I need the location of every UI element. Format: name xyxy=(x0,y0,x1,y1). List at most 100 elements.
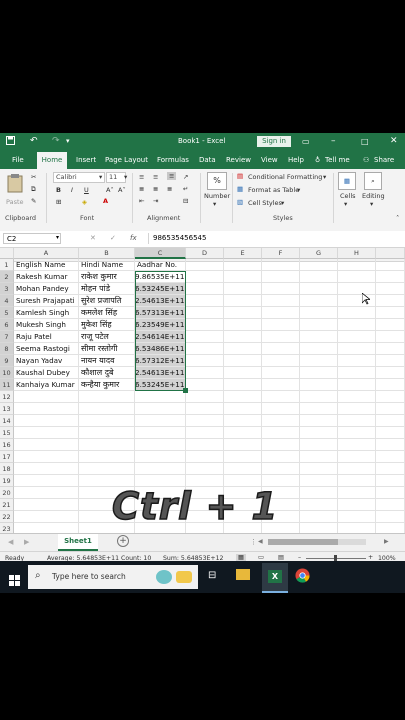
cell[interactable] xyxy=(135,439,186,451)
cell[interactable] xyxy=(338,451,376,463)
row-header[interactable]: 4 xyxy=(0,295,14,307)
row-header[interactable]: 7 xyxy=(0,331,14,343)
zoom-out-icon[interactable]: – xyxy=(298,554,301,561)
undo-icon[interactable]: ↶ xyxy=(30,136,38,147)
cell[interactable] xyxy=(224,259,262,271)
row-header[interactable]: 16 xyxy=(0,439,14,451)
cell[interactable] xyxy=(79,463,135,475)
cell[interactable] xyxy=(338,367,376,379)
search-icon[interactable]: ⌕ xyxy=(364,172,382,190)
select-all-corner[interactable] xyxy=(0,248,14,259)
cell[interactable] xyxy=(300,451,338,463)
cell[interactable] xyxy=(376,415,405,427)
row-header[interactable]: 22 xyxy=(0,511,14,523)
copy-icon[interactable]: ⧉ xyxy=(31,185,36,194)
cell[interactable] xyxy=(14,463,79,475)
aadhar-cell[interactable]: 2.54613E+11 xyxy=(135,295,186,307)
hindi-name-cell[interactable]: नायन यादव xyxy=(79,355,135,367)
cell[interactable] xyxy=(338,379,376,391)
row-header[interactable]: 13 xyxy=(0,403,14,415)
cell[interactable] xyxy=(79,403,135,415)
cell[interactable] xyxy=(14,403,79,415)
column-header-a[interactable]: A xyxy=(14,248,79,259)
cell[interactable] xyxy=(135,451,186,463)
column-header-d[interactable]: D xyxy=(186,248,224,259)
cell[interactable] xyxy=(376,463,405,475)
conditional-formatting-icon[interactable]: ▤ xyxy=(237,172,243,180)
function-icon[interactable]: fx xyxy=(130,234,137,242)
row-header[interactable]: 12 xyxy=(0,391,14,403)
cell[interactable] xyxy=(186,463,224,475)
cell[interactable] xyxy=(135,415,186,427)
cell[interactable] xyxy=(300,367,338,379)
row-header[interactable]: 19 xyxy=(0,475,14,487)
header-cell[interactable]: Aadhar No. xyxy=(135,259,186,271)
row-header[interactable]: 17 xyxy=(0,451,14,463)
row-header[interactable]: 2 xyxy=(0,271,14,283)
increase-indent-icon[interactable]: ⇥ xyxy=(153,197,158,205)
cell[interactable] xyxy=(300,511,338,523)
cell[interactable] xyxy=(300,439,338,451)
row-header[interactable]: 11 xyxy=(0,379,14,391)
cell[interactable] xyxy=(224,295,262,307)
cell[interactable] xyxy=(14,427,79,439)
wrap-text-icon[interactable]: ↵ xyxy=(183,185,188,193)
bold-button[interactable]: B xyxy=(56,186,61,194)
cell[interactable] xyxy=(338,415,376,427)
cell[interactable] xyxy=(300,331,338,343)
cell[interactable] xyxy=(338,463,376,475)
cell[interactable] xyxy=(262,295,300,307)
cell[interactable] xyxy=(79,415,135,427)
conditional-formatting-button[interactable]: Conditional Formatting xyxy=(248,173,322,181)
cell[interactable] xyxy=(224,451,262,463)
aadhar-cell[interactable]: 6.23549E+11 xyxy=(135,319,186,331)
cell[interactable] xyxy=(186,403,224,415)
row-header[interactable]: 8 xyxy=(0,343,14,355)
cut-icon[interactable]: ✂ xyxy=(31,173,36,181)
aadhar-cell[interactable]: 2.54613E+11 xyxy=(135,367,186,379)
editing-button[interactable]: Editing xyxy=(362,192,385,200)
aadhar-cell[interactable]: 2.54614E+11 xyxy=(135,331,186,343)
english-name-cell[interactable]: Rakesh Kumar xyxy=(14,271,79,283)
formula-input[interactable]: 986535456545 xyxy=(148,233,405,244)
windows-start-icon[interactable] xyxy=(9,571,20,590)
chrome-icon[interactable] xyxy=(295,568,310,587)
format-painter-icon[interactable]: ✎ xyxy=(31,197,36,205)
cell[interactable] xyxy=(224,343,262,355)
cell[interactable] xyxy=(224,367,262,379)
english-name-cell[interactable]: Mohan Pandey xyxy=(14,283,79,295)
cell[interactable] xyxy=(262,259,300,271)
tab-data[interactable]: Data xyxy=(199,156,216,164)
cell[interactable] xyxy=(376,511,405,523)
cell[interactable] xyxy=(262,355,300,367)
cell[interactable] xyxy=(262,391,300,403)
chevron-down-icon[interactable]: ▾ xyxy=(281,199,284,207)
column-header-f[interactable]: F xyxy=(262,248,300,259)
cell[interactable] xyxy=(376,259,405,271)
row-header[interactable]: 6 xyxy=(0,319,14,331)
hindi-name-cell[interactable]: कौशाल दुबे xyxy=(79,367,135,379)
cell[interactable] xyxy=(224,403,262,415)
horizontal-scrollbar[interactable] xyxy=(268,539,366,545)
enter-icon[interactable]: ✓ xyxy=(110,234,116,242)
cell[interactable] xyxy=(262,427,300,439)
cell[interactable] xyxy=(186,451,224,463)
align-right-icon[interactable]: ≣ xyxy=(167,185,172,193)
cell[interactable] xyxy=(135,403,186,415)
cell[interactable] xyxy=(186,427,224,439)
cell[interactable] xyxy=(14,439,79,451)
column-header-e[interactable]: E xyxy=(224,248,262,259)
english-name-cell[interactable]: Seema Rastogi xyxy=(14,343,79,355)
row-header[interactable]: 1 xyxy=(0,259,14,271)
cell[interactable] xyxy=(79,391,135,403)
cell[interactable] xyxy=(186,439,224,451)
cell[interactable] xyxy=(224,307,262,319)
cell[interactable] xyxy=(338,295,376,307)
task-view-icon[interactable]: ⊟ xyxy=(208,570,216,581)
cell[interactable] xyxy=(135,427,186,439)
hindi-name-cell[interactable]: सीमा रस्तोगी xyxy=(79,343,135,355)
cell-styles-icon[interactable]: ▧ xyxy=(237,198,243,206)
cell[interactable] xyxy=(135,391,186,403)
zoom-slider[interactable] xyxy=(306,555,366,562)
cell[interactable] xyxy=(376,379,405,391)
